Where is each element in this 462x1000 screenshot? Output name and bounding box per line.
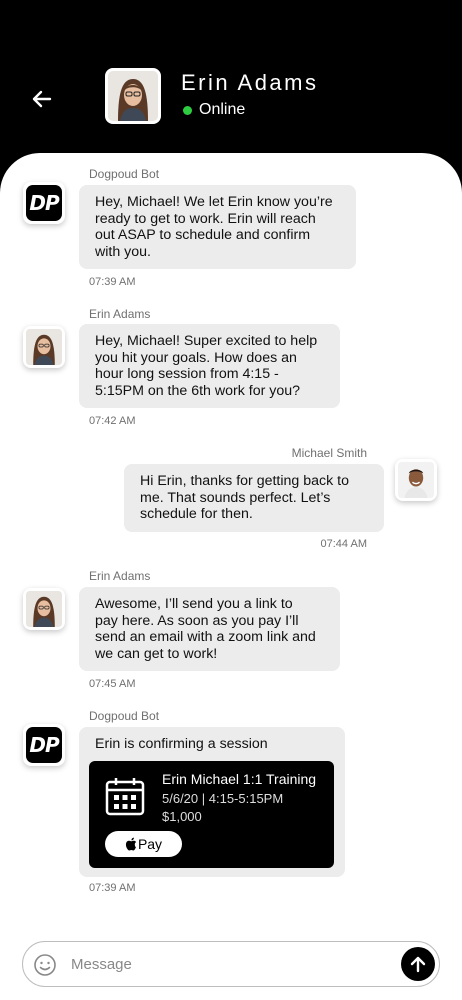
- message-line: with you.: [95, 243, 151, 260]
- session-card[interactable]: Erin Michael 1:1 Training 5/6/20 | 4:15-…: [89, 761, 334, 868]
- message-line: Hi Erin, thanks for getting back to: [140, 473, 349, 489]
- message-bubble[interactable]: Hey, Michael! Super excited to help you …: [79, 324, 340, 408]
- message-line: out ASAP to schedule and confirm: [95, 227, 311, 243]
- online-dot-icon: [183, 105, 192, 115]
- emoji-icon[interactable]: [33, 953, 57, 977]
- online-status: Online: [183, 101, 245, 119]
- message-line: send an email with a zoom link and: [95, 629, 316, 645]
- michael-avatar[interactable]: [395, 459, 437, 501]
- erin-avatar[interactable]: [23, 588, 65, 630]
- erin-avatar-image: [26, 591, 62, 627]
- erin-avatar[interactable]: [23, 326, 65, 368]
- message-time: 07:39 AM: [89, 276, 136, 288]
- erin-avatar-image: [108, 71, 158, 121]
- message-time: 07:39 AM: [89, 882, 136, 894]
- message-composer: [22, 941, 440, 987]
- message-line: Erin is confirming a session: [95, 736, 268, 752]
- message-time: 07:44 AM: [320, 538, 367, 550]
- contact-avatar[interactable]: [105, 68, 161, 124]
- status-text: Online: [199, 101, 246, 118]
- message-bubble[interactable]: Awesome, I’ll send you a link to pay her…: [79, 587, 340, 671]
- message-sender: Dogpoud Bot: [89, 709, 160, 723]
- chat-header: Erin Adams Online: [0, 0, 462, 160]
- bot-avatar[interactable]: DP: [23, 182, 65, 224]
- message-input[interactable]: [71, 950, 391, 978]
- message-line: hour long session from 4:15 -: [95, 366, 279, 382]
- message-sender: Erin Adams: [89, 307, 151, 321]
- apple-pay-button[interactable]: Pay: [105, 831, 182, 857]
- contact-name: Erin Adams: [181, 70, 319, 95]
- message-line: you hit your goals. How does an: [95, 349, 297, 366]
- message-sender: Erin Adams: [89, 569, 151, 583]
- erin-avatar-image: [26, 329, 62, 365]
- message-time: 07:42 AM: [89, 415, 136, 427]
- message-line: ready to get to work. Erin will reach: [95, 210, 316, 227]
- apple-logo-icon: [125, 837, 137, 851]
- message-line: we can get to work!: [95, 645, 218, 662]
- message-line: Hey, Michael! Super excited to help: [95, 333, 318, 349]
- session-title: Erin Michael 1:1 Training: [162, 771, 317, 787]
- pay-label: Pay: [137, 836, 163, 852]
- chat-thread[interactable]: Dogpoud Bot DP Hey, Michael! We let Erin…: [0, 153, 462, 925]
- dp-logo-icon: DP: [26, 727, 62, 763]
- michael-avatar-image: [398, 462, 434, 498]
- send-arrow-icon: [410, 956, 426, 973]
- message-sender: Michael Smith: [291, 446, 367, 460]
- bot-avatar[interactable]: DP: [23, 724, 65, 766]
- message-line: schedule for then.: [140, 506, 253, 522]
- message-line: 5:15PM on the 6th work for you?: [95, 382, 301, 399]
- back-arrow-icon: [32, 90, 52, 108]
- session-price: $1,000: [162, 809, 202, 824]
- message-line: pay here. As soon as you pay I’ll: [95, 612, 299, 629]
- back-button[interactable]: [26, 84, 56, 114]
- dp-logo-icon: DP: [26, 185, 62, 221]
- session-datetime: 5/6/20 | 4:15-5:15PM: [162, 791, 284, 806]
- message-line: Awesome, I’ll send you a link to: [95, 596, 293, 612]
- send-button[interactable]: [401, 947, 435, 981]
- message-time: 07:45 AM: [89, 678, 136, 690]
- calendar-icon: [105, 778, 145, 816]
- composer-area: [0, 925, 462, 1000]
- message-line: Hey, Michael! We let Erin know you’re: [95, 194, 333, 210]
- message-sender: Dogpoud Bot: [89, 167, 160, 181]
- message-bubble[interactable]: Hi Erin, thanks for getting back to me. …: [124, 464, 384, 532]
- message-bubble[interactable]: Hey, Michael! We let Erin know you’re re…: [79, 185, 356, 269]
- message-line: me. That sounds perfect. Let’s: [140, 489, 331, 506]
